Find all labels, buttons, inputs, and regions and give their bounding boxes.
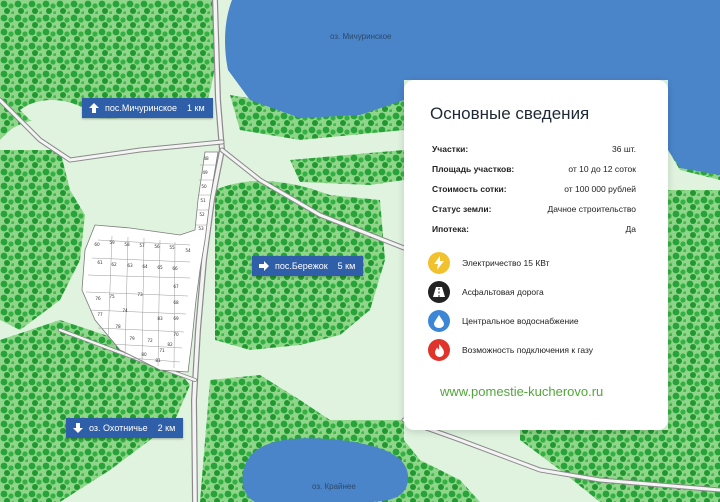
plot-number: 71 [159,348,165,353]
feature-text: Электричество 15 КВт [462,258,550,268]
feature-gas: Возможность подключения к газу [428,339,593,361]
plot-number: 49 [202,170,208,175]
feature-text: Центральное водоснабжение [462,316,579,326]
feature-road: Асфальтовая дорога [428,281,544,303]
info-label: Стоимость сотки: [432,184,507,194]
plot-number: 61 [97,260,103,265]
plot-number: 51 [200,198,206,203]
info-value: от 10 до 12 соток [568,164,636,174]
feature-electricity: Электричество 15 КВт [428,252,550,274]
plot-number: 57 [139,243,145,248]
sign-text: оз. Охотничье [89,423,148,433]
feature-text: Асфальтовая дорога [462,287,544,297]
info-row-area: Площадь участков: от 10 до 12 соток [432,164,636,174]
arrow-down-icon [72,422,84,434]
plot-number: 65 [157,265,163,270]
plot-number: 73 [137,292,143,297]
water-drop-icon [428,310,450,332]
lake-label-krainee: оз. Крайнее [312,482,356,491]
info-row-status: Статус земли: Дачное строительство [432,204,636,214]
plot-number: 59 [109,240,115,245]
info-value: Дачное строительство [547,204,636,214]
feature-text: Возможность подключения к газу [462,345,594,355]
arrow-right-icon [258,260,270,272]
info-card: Основные сведения Участки: 36 шт. Площад… [404,80,668,430]
sign-distance: 2 км [157,423,176,433]
plot-number: 70 [173,332,179,337]
sign-distance: 1 км [187,103,205,113]
sign-text: пос.Мичуринское [105,103,178,113]
plot-number: 69 [173,316,179,321]
sign-berezhok: пос.Бережок 5 км [252,256,364,276]
plot-number: 81 [155,358,161,363]
info-row-price: Стоимость сотки: от 100 000 рублей [432,184,636,194]
plot-number: 75 [109,294,115,299]
fire-icon [428,339,450,361]
sign-michurinskoe: пос.Мичуринское 1 км [82,98,213,118]
plot-number: 79 [129,336,135,341]
info-row-mortgage: Ипотека: Да [432,224,636,234]
plot-number: 56 [154,244,160,249]
website-link[interactable]: www.pomestie-kucherovo.ru [440,384,603,399]
plot-number: 60 [94,242,100,247]
info-value: 36 шт. [612,144,636,154]
info-value: от 100 000 рублей [564,184,636,194]
plot-number: 82 [167,342,173,347]
info-row-plots: Участки: 36 шт. [432,144,636,154]
card-title: Основные сведения [430,104,590,123]
info-label: Статус земли: [432,204,492,214]
plot-number: 78 [115,324,121,329]
plot-number: 54 [185,248,191,253]
plot-number: 68 [173,300,179,305]
feature-water: Центральное водоснабжение [428,310,579,332]
plot-number: 67 [173,284,179,289]
lake-label-michurinskoe: оз. Мичуринское [330,32,392,41]
plot-number: 77 [97,312,103,317]
plot-number: 83 [157,316,163,321]
plot-number: 50 [201,184,207,189]
plot-number: 53 [198,226,204,231]
sign-distance: 5 км [337,261,356,271]
lightning-icon [428,252,450,274]
plot-number: 72 [147,338,153,343]
plot-number: 55 [169,245,175,250]
plot-number: 63 [127,263,133,268]
plot-number: 64 [142,264,148,269]
arrow-up-icon [88,102,100,114]
plot-number: 48 [203,156,209,161]
info-label: Участки: [432,144,469,154]
info-label: Ипотека: [432,224,469,234]
plot-number: 66 [172,266,178,271]
plot-number: 62 [111,262,117,267]
plot-number: 80 [141,352,147,357]
plot-number: 52 [199,212,205,217]
info-label: Площадь участков: [432,164,515,174]
sign-okhotniche: оз. Охотничье 2 км [66,418,184,438]
plot-number: 58 [124,242,130,247]
plot-number: 74 [122,308,128,313]
plot-number: 76 [95,296,101,301]
road-icon [428,281,450,303]
info-value: Да [625,224,636,234]
sign-text: пос.Бережок [275,261,328,271]
